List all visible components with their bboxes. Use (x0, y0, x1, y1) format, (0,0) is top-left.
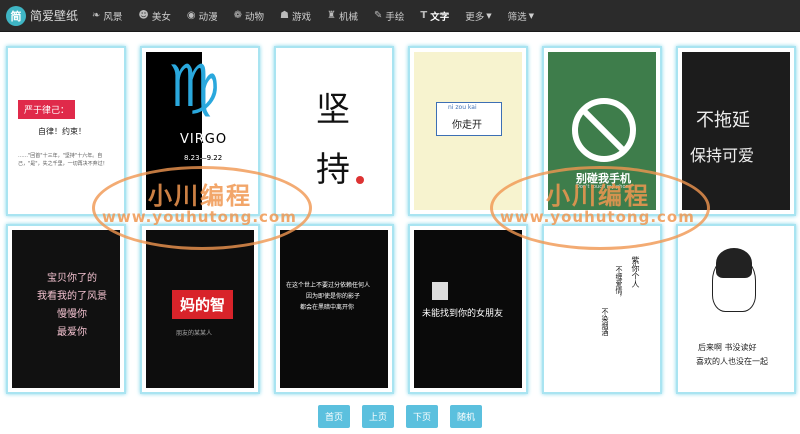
nav-item-label: 动漫 (198, 11, 218, 23)
first-page-button[interactable]: 首页 (317, 405, 350, 428)
virgo-icon: ♍ (168, 52, 220, 120)
nav-item-美女[interactable]: ☻ 美女 (138, 9, 170, 23)
card-text: VIRGO (180, 132, 228, 147)
nav-item-label: 文字 (430, 11, 450, 23)
nav-item-风景[interactable]: ❧ 风景 (92, 9, 122, 23)
card-text: 持 (316, 150, 350, 190)
next-page-button[interactable]: 下页 (406, 405, 439, 428)
nav-item-文字[interactable]: T 文字 (420, 9, 449, 23)
nav-item-游戏[interactable]: ☗ 游戏 (280, 9, 311, 23)
brand[interactable]: 简 简爱壁纸 (6, 5, 79, 26)
text-icon: T (420, 10, 428, 21)
nav-item-label: 游戏 (292, 11, 312, 23)
card-text: 喜欢的人也没在一起 (696, 357, 768, 366)
card-text-line: 慢慢你 (57, 309, 87, 320)
card-text: 不拖延 (696, 110, 750, 131)
card-text: 妈的智 (172, 290, 234, 319)
wallpaper-card[interactable]: ♍ VIRGO 8.23—9.22 (140, 46, 260, 216)
nav-item-label: 美女 (151, 11, 171, 23)
card-text: 自律！约束！ (38, 127, 86, 136)
wallpaper-card[interactable]: 未能找到你的女朋友 (408, 224, 528, 394)
card-text: ni zou kai (448, 104, 477, 111)
card-text: 坚 (316, 90, 350, 130)
card-text: 因为即使是你的影子 (306, 293, 361, 300)
card-text: 严于律己： (18, 100, 76, 119)
card-text: 保持可爱 (690, 146, 755, 165)
prev-page-button[interactable]: 上页 (361, 405, 394, 428)
more-dropdown[interactable]: 更多 ▼ (465, 9, 491, 23)
card-text: 不缠爱情， (615, 266, 623, 301)
nav-item-label: 风景 (103, 11, 123, 23)
nav-item-动物[interactable]: ❁ 动物 (234, 9, 264, 23)
logo-icon: 简 (6, 5, 26, 26)
paint-icon: ✎ (374, 10, 383, 21)
nav-item-动漫[interactable]: ◉ 动漫 (187, 9, 218, 23)
wallpaper-card[interactable]: 不拖延 保持可爱 (676, 46, 796, 216)
gamepad-icon: ☗ (280, 10, 289, 21)
leaf-icon: ❧ (92, 10, 101, 21)
card-text-line: 宝贝你了的 (47, 273, 97, 284)
card-text: 不染烟酒 (601, 308, 609, 336)
nav-item-机械[interactable]: ♜ 机械 (327, 9, 358, 23)
card-text: 紫你个人 (631, 256, 640, 288)
more-label: 更多 (465, 11, 485, 23)
card-text: 你走开 (452, 120, 482, 131)
card-text: 都会在黑暗中离开你 (300, 304, 355, 311)
filter-dropdown[interactable]: 筛选 ▼ (508, 9, 534, 23)
caret-down-icon: ▼ (528, 11, 535, 20)
card-text: 朋友的某某人 (176, 330, 213, 337)
wallpaper-card[interactable]: 宝贝你了的我看我的了风景 慢慢你最爱你 (6, 224, 126, 394)
eye-icon: ◉ (186, 10, 196, 21)
nav-item-label: 机械 (338, 11, 358, 23)
card-text: 未能找到你的女朋友 (422, 309, 504, 319)
nav-item-label: 动物 (245, 11, 265, 23)
wallpaper-card[interactable]: 严于律己： 自律！约束！ ……"回首"十三年，"坚持"十六年。自己，"是"，失之… (6, 46, 126, 216)
brand-title: 简爱壁纸 (30, 9, 79, 23)
card-text-line: 我看我的了风景 (37, 291, 107, 302)
beauty-icon: ☻ (138, 10, 149, 21)
wallpaper-card[interactable]: 紫你个人 不缠爱情， 不染烟酒 (542, 224, 662, 394)
top-navbar: 简 简爱壁纸 ❧ 风景 ☻ 美女 ◉ 动漫 ❁ 动物 ☗ 游戏 ♜ 机械 ✎ 手绘 T 文字 更多 ▼ 筛选 ▼ (0, 0, 800, 32)
random-page-button[interactable]: 随机 (450, 405, 483, 428)
nav-item-手绘[interactable]: ✎ 手绘 (374, 9, 404, 23)
card-text: 后来啊 书没读好 (698, 343, 757, 352)
filter-label: 筛选 (507, 11, 527, 23)
caret-down-icon: ▼ (486, 11, 492, 20)
nav-item-label: 手绘 (385, 11, 405, 23)
wallpaper-card[interactable]: 在这个世上不要过分依赖任何人 因为即使是你的影子 都会在黑暗中离开你 (274, 224, 394, 394)
card-text: ……"回首"十三年，"坚持"十六年。自己，"是"，失之千里，一切再决不弃过！ (18, 153, 108, 167)
robot-icon: ♜ (327, 10, 336, 21)
category-nav: ❧ 风景 ☻ 美女 ◉ 动漫 ❁ 动物 ☗ 游戏 ♜ 机械 ✎ 手绘 T 文字 (92, 9, 465, 23)
wallpaper-card[interactable]: ni zou kai 你走开 (408, 46, 528, 216)
card-text: 宝贝你了的我看我的了风景 慢慢你最爱你 (22, 270, 120, 342)
card-text-line: 最爱你 (57, 327, 87, 338)
card-text: Don't touch my phone (576, 184, 632, 190)
wallpaper-card[interactable]: 坚 持 (274, 46, 394, 216)
card-text: 8.23—9.22 (184, 154, 223, 162)
paw-icon: ❁ (233, 10, 243, 21)
card-text: 在这个世上不要过分依赖任何人 (286, 282, 371, 289)
wallpaper-card[interactable]: 别碰我手机 Don't touch my phone (542, 46, 662, 216)
wallpaper-card[interactable]: 后来啊 书没读好 喜欢的人也没在一起 (676, 224, 796, 394)
pagination: 首页 上页 下页 随机 (0, 405, 800, 428)
wallpaper-card[interactable]: 妈的智 朋友的某某人 (140, 224, 260, 394)
